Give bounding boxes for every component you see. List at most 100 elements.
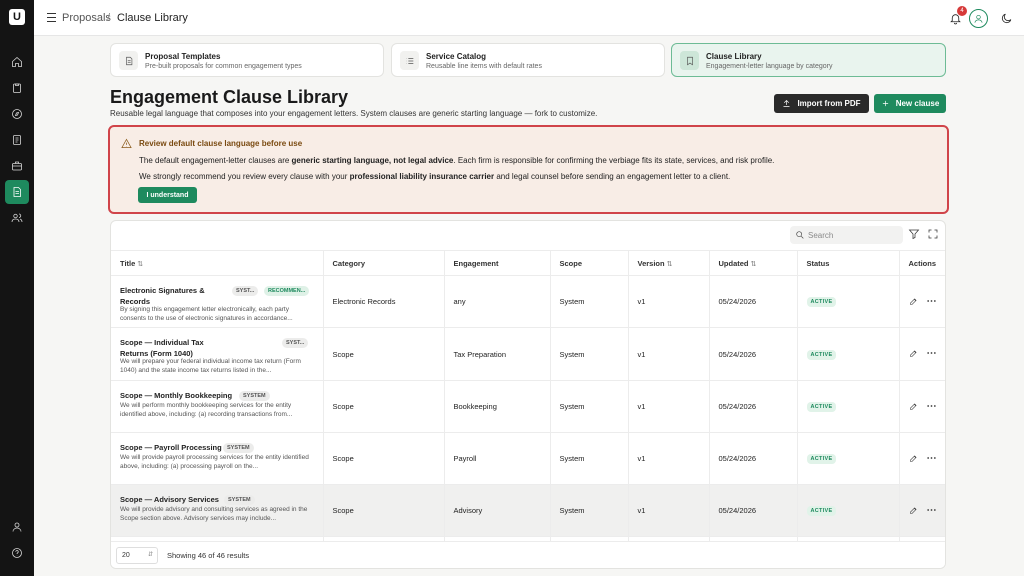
- page-title: Engagement Clause Library: [110, 87, 349, 107]
- column-title-label: Title: [120, 258, 136, 268]
- edit-icon[interactable]: [909, 297, 918, 306]
- compass-icon[interactable]: [7, 104, 27, 124]
- cell-status: ACTIVE: [796, 432, 899, 485]
- clause-description: We will prepare your federal individual …: [120, 358, 301, 374]
- column-version[interactable]: Version ⇅: [627, 250, 709, 276]
- more-options-icon[interactable]: ⋯: [927, 505, 937, 516]
- cell-title[interactable]: Scope — Advisory Services SYSTEM We will…: [111, 484, 323, 537]
- edit-icon[interactable]: [909, 402, 918, 411]
- more-options-icon[interactable]: ⋯: [927, 401, 937, 412]
- status-badge: ACTIVE: [806, 506, 837, 516]
- help-icon[interactable]: [7, 543, 27, 563]
- card-subtitle: Engagement-letter language by category: [706, 63, 833, 70]
- clause-title: Scope — Payroll Processing: [120, 443, 222, 452]
- table-row[interactable]: Scope — Individual Tax Returns (Form 104…: [111, 327, 945, 381]
- cell-title[interactable]: Scope — Monthly Bookkeeping SYSTEM We wi…: [111, 380, 323, 433]
- breadcrumb-separator: /: [107, 12, 111, 24]
- sort-icon[interactable]: ⇅: [667, 261, 673, 268]
- column-title[interactable]: Title ⇅: [111, 250, 323, 276]
- search-box[interactable]: [790, 226, 903, 244]
- cell-version: v1: [627, 484, 709, 537]
- more-options-icon[interactable]: ⋯: [927, 348, 937, 359]
- cell-actions: ⋯: [898, 432, 945, 485]
- warning-emphasis: generic starting language, not legal adv…: [291, 156, 454, 165]
- edit-icon[interactable]: [909, 349, 918, 358]
- cell-status: ACTIVE: [796, 380, 899, 433]
- sort-icon[interactable]: ⇅: [137, 261, 143, 268]
- cell-title[interactable]: Scope — Payroll Processing SYSTEM We wil…: [111, 432, 323, 485]
- filter-icon[interactable]: [908, 228, 920, 240]
- app-logo[interactable]: U: [9, 9, 25, 25]
- cell-category: Scope: [322, 484, 444, 537]
- home-icon[interactable]: [7, 52, 27, 72]
- cell-scope: System: [549, 275, 628, 328]
- cell-actions: ⋯: [898, 380, 945, 433]
- briefcase-icon[interactable]: [7, 156, 27, 176]
- clause-title: Scope — Advisory Services: [120, 495, 219, 504]
- cell-scope: System: [549, 380, 628, 433]
- clause-description: We will provide advisory and consulting …: [120, 506, 308, 522]
- cell-version: v1: [627, 380, 709, 433]
- cell-updated: 05/24/2026: [708, 432, 797, 485]
- cell-status: ACTIVE: [796, 484, 899, 537]
- cell-scope: System: [549, 327, 628, 381]
- chevron-updown-icon: ⇵: [147, 552, 153, 558]
- notification-badge: 4: [957, 6, 967, 16]
- proposals-icon[interactable]: [5, 180, 29, 204]
- cell-actions: ⋯: [898, 484, 945, 537]
- new-clause-button[interactable]: New clause: [874, 94, 946, 113]
- profile-icon[interactable]: [7, 517, 27, 537]
- cell-title[interactable]: Scope — Individual Tax Returns (Form 104…: [111, 327, 323, 381]
- column-version-label: Version: [637, 258, 665, 268]
- cell-engagement: any: [443, 275, 550, 328]
- user-avatar-icon[interactable]: [969, 9, 988, 28]
- cell-engagement: Tax Preparation: [443, 327, 550, 381]
- table-row[interactable]: Scope — Monthly Bookkeeping SYSTEM We wi…: [111, 380, 945, 433]
- clipboard-icon[interactable]: [7, 78, 27, 98]
- clause-description: We will perform monthly bookkeeping serv…: [120, 402, 293, 418]
- notebook-icon[interactable]: [7, 130, 27, 150]
- import-pdf-button[interactable]: Import from PDF: [774, 94, 869, 113]
- i-understand-button[interactable]: I understand: [138, 187, 197, 203]
- cell-actions: ⋯: [898, 327, 945, 381]
- status-badge: ACTIVE: [806, 454, 837, 464]
- sort-icon[interactable]: ⇅: [751, 261, 757, 268]
- card-proposal-templates[interactable]: Proposal Templates Pre-built proposals f…: [110, 43, 384, 77]
- cell-updated: 05/24/2026: [708, 380, 797, 433]
- breadcrumb-current: Clause Library: [117, 12, 188, 24]
- page-size-select[interactable]: 20 ⇵: [116, 547, 158, 564]
- topbar: Proposals / Clause Library 4: [34, 0, 1024, 36]
- card-service-catalog[interactable]: Service Catalog Reusable line items with…: [391, 43, 665, 77]
- card-title: Service Catalog: [426, 52, 487, 61]
- column-updated[interactable]: Updated ⇅: [708, 250, 797, 276]
- cell-engagement: Bookkeeping: [443, 380, 550, 433]
- column-category: Category: [322, 250, 444, 276]
- cell-engagement: Payroll: [443, 432, 550, 485]
- cell-version: v1: [627, 327, 709, 381]
- fullscreen-icon[interactable]: [927, 228, 939, 240]
- edit-icon[interactable]: [909, 506, 918, 515]
- more-options-icon[interactable]: ⋯: [927, 296, 937, 307]
- table-row[interactable]: Electronic Signatures & Records SYST... R…: [111, 275, 945, 328]
- column-updated-label: Updated: [718, 258, 749, 268]
- warning-paragraph-2: We strongly recommend you review every c…: [139, 172, 730, 181]
- clause-tag: RECOMMEN...: [264, 286, 310, 296]
- table-row[interactable]: Scope — Payroll Processing SYSTEM We wil…: [111, 432, 945, 485]
- clause-table: Title ⇅ Category Engagement Scope Version…: [111, 250, 945, 568]
- table-row[interactable]: Scope — Advisory Services SYSTEM We will…: [111, 484, 945, 537]
- cell-title[interactable]: Electronic Signatures & Records SYST... R…: [111, 275, 323, 328]
- clause-tag: SYSTEM: [224, 495, 255, 505]
- menu-icon[interactable]: [47, 13, 56, 22]
- moon-icon[interactable]: [997, 9, 1015, 27]
- more-options-icon[interactable]: ⋯: [927, 453, 937, 464]
- cell-updated: 05/24/2026: [708, 484, 797, 537]
- breadcrumb-parent[interactable]: Proposals: [62, 12, 111, 24]
- warning-icon: [121, 138, 132, 149]
- search-input[interactable]: [808, 229, 898, 241]
- edit-icon[interactable]: [909, 454, 918, 463]
- status-badge: ACTIVE: [806, 402, 837, 412]
- card-clause-library[interactable]: Clause Library Engagement-letter languag…: [671, 43, 946, 77]
- cell-updated: 05/24/2026: [708, 275, 797, 328]
- clause-description: By signing this engagement letter electr…: [120, 306, 293, 322]
- users-icon[interactable]: [7, 208, 27, 228]
